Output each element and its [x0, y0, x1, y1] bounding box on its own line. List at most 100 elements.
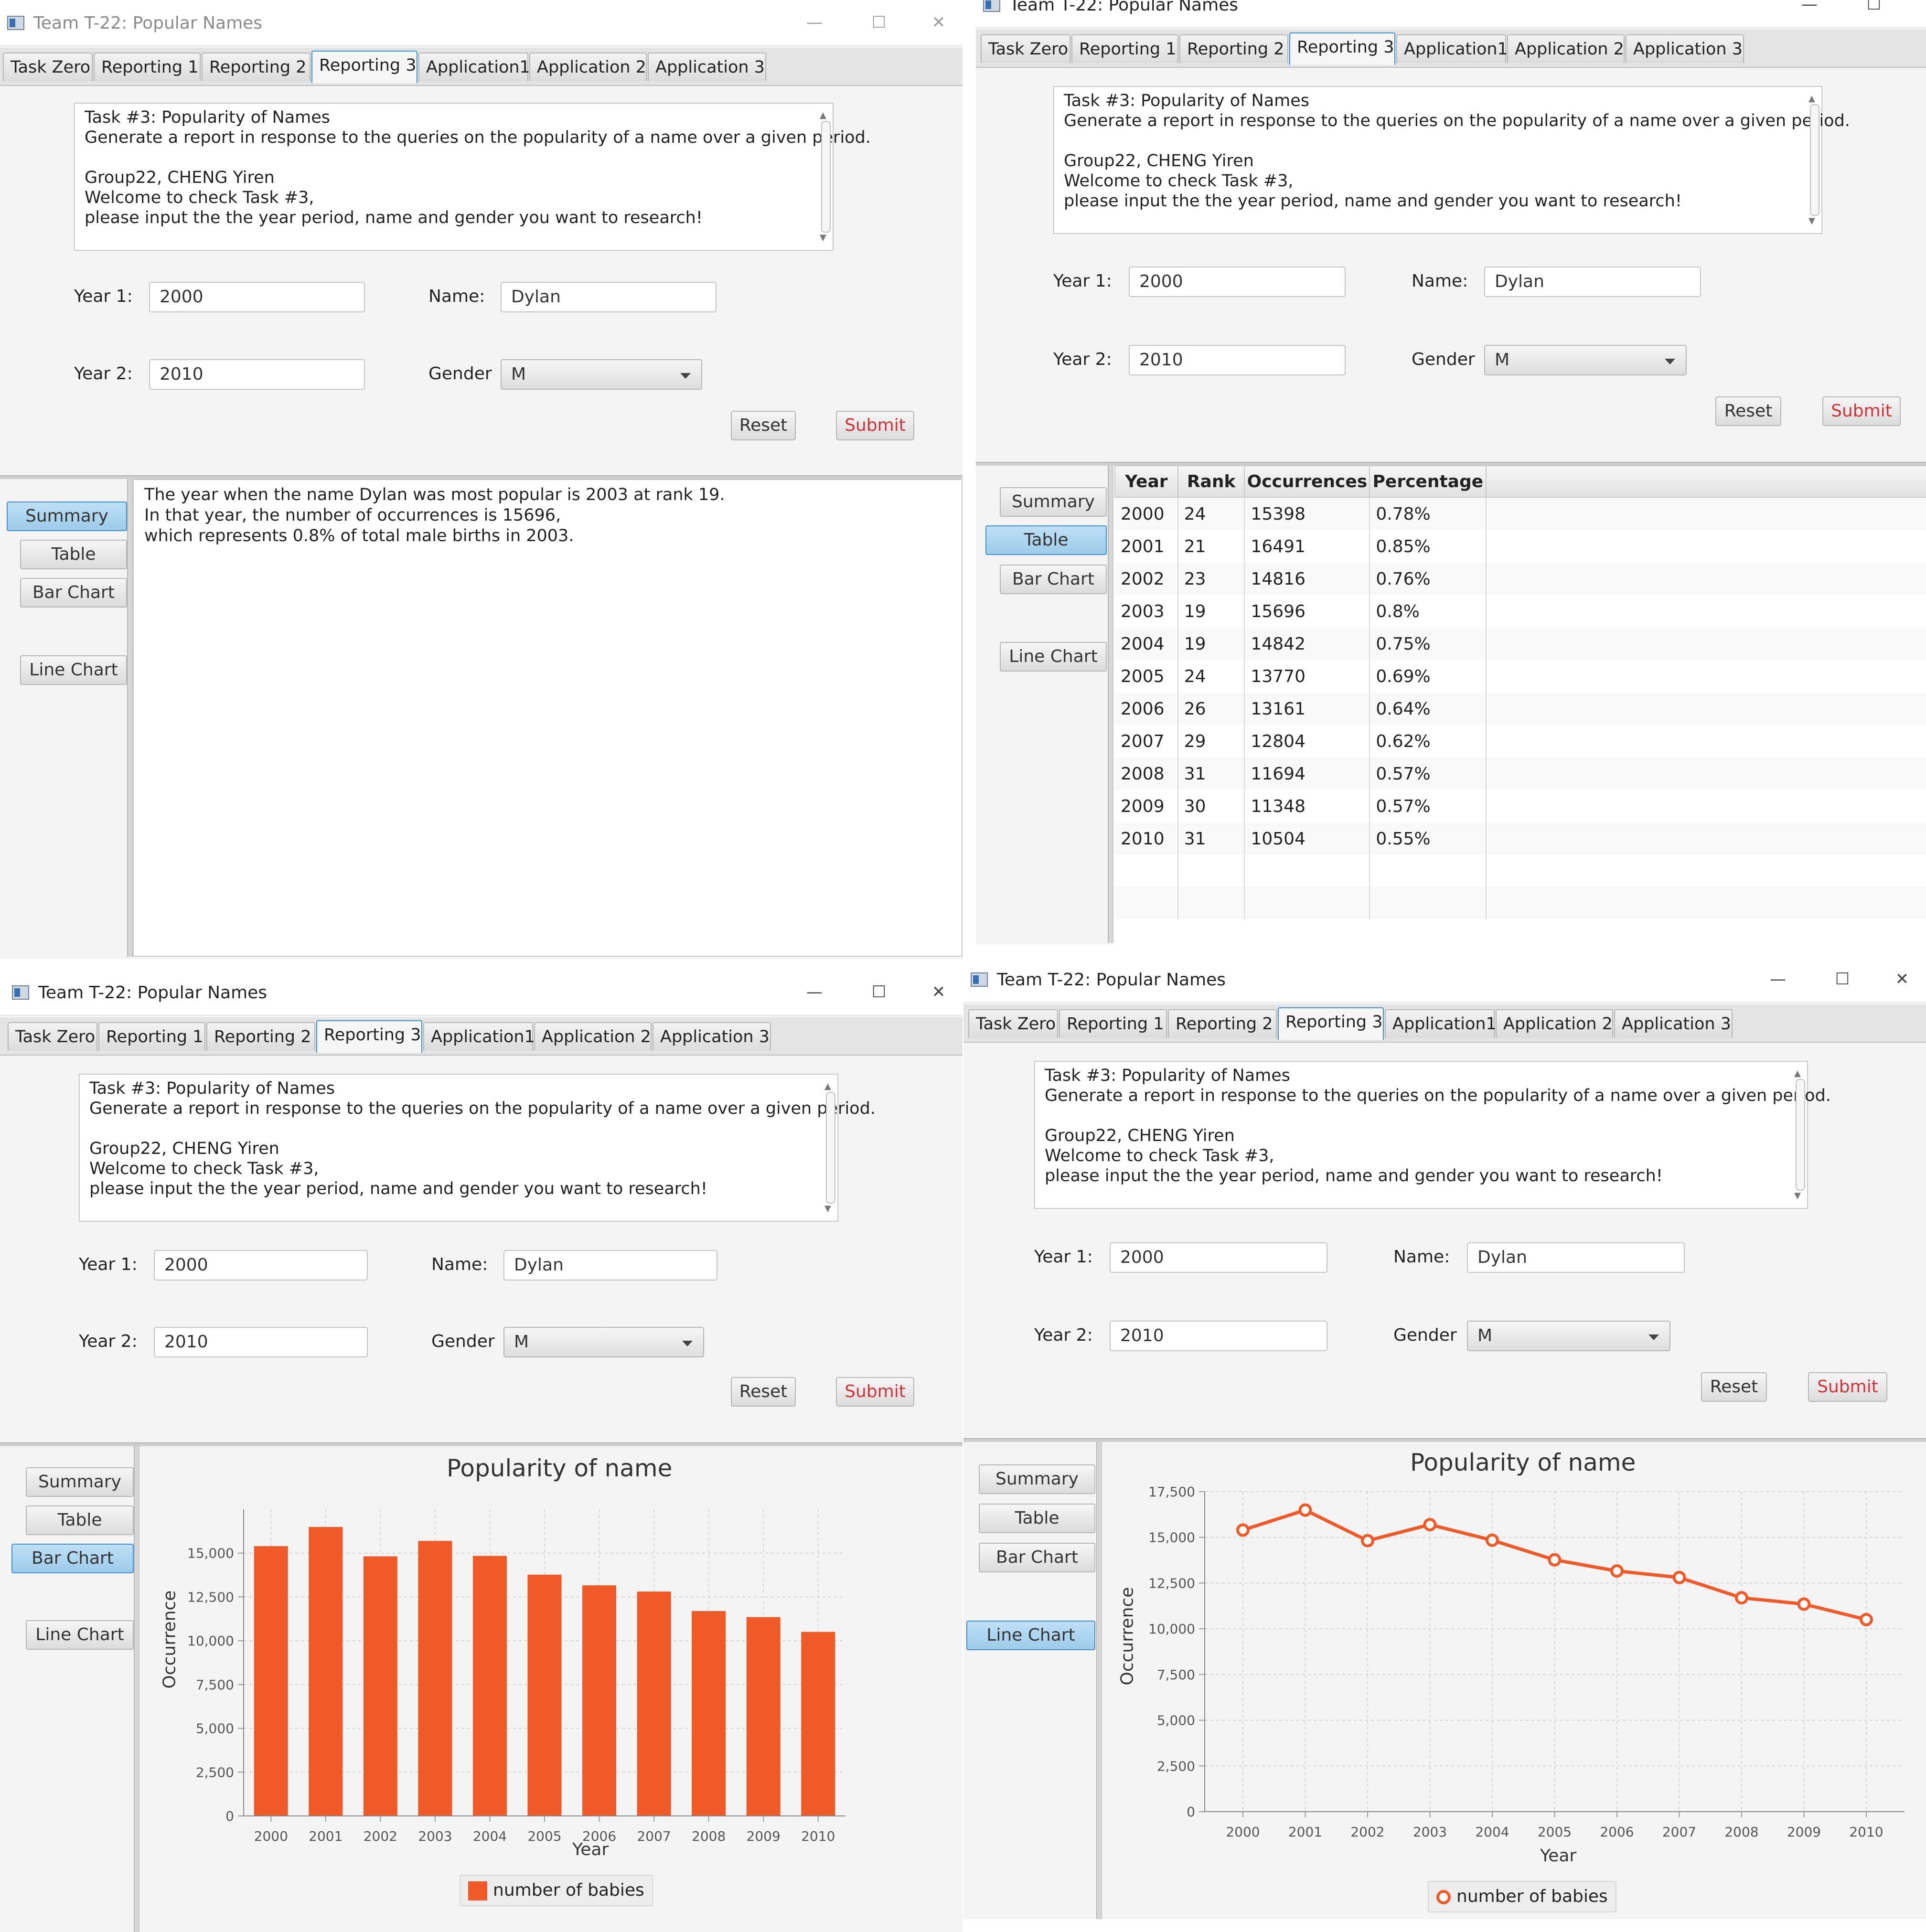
data-point[interactable] [1610, 1564, 1624, 1578]
data-point[interactable] [1486, 1533, 1499, 1547]
bar[interactable] [472, 1556, 507, 1816]
tab-reporting-1[interactable]: Reporting 1 [1059, 1009, 1167, 1038]
reset-button[interactable]: Reset [1701, 1372, 1767, 1402]
reset-button[interactable]: Reset [1715, 396, 1781, 426]
tab-reporting-2[interactable]: Reporting 2 [1168, 1009, 1277, 1038]
year1-input[interactable]: 2000 [149, 282, 365, 312]
line-chart-button[interactable]: Line Chart [966, 1621, 1095, 1650]
table-row[interactable]: 2002 23 14816 0.76% [1115, 563, 1926, 595]
data-point[interactable] [1548, 1553, 1562, 1567]
tab-application-1[interactable]: Application1 [423, 1022, 535, 1051]
name-input[interactable]: Dylan [501, 282, 717, 312]
tab-application-2[interactable]: Application 2 [534, 1022, 652, 1051]
tab-application-2[interactable]: Application 2 [1496, 1009, 1613, 1038]
column-header[interactable]: Year [1114, 465, 1178, 498]
summary-button[interactable]: Summary [979, 1464, 1095, 1494]
bar[interactable] [527, 1574, 562, 1816]
bar-chart-button[interactable]: Bar Chart [11, 1544, 134, 1573]
line-chart-button[interactable]: Line Chart [1000, 642, 1107, 672]
year1-input[interactable]: 2000 [154, 1250, 368, 1281]
line-chart-button[interactable]: Line Chart [20, 655, 127, 685]
results-table[interactable]: Year Rank Occurrences Percentage 2000 24 1… [1114, 465, 1926, 919]
year2-input[interactable]: 2010 [154, 1327, 368, 1357]
name-input[interactable]: Dylan [1467, 1242, 1685, 1273]
tab-application-3[interactable]: Application 3 [648, 53, 766, 81]
gender-select[interactable]: M [1467, 1321, 1670, 1351]
split-divider[interactable] [963, 1438, 1926, 1442]
side-divider[interactable] [1108, 465, 1113, 943]
table-row[interactable]: 2008 31 11694 0.57% [1115, 758, 1926, 790]
task-description[interactable]: Task #3: Popularity of Names Generate a … [79, 1074, 876, 1222]
table-row[interactable]: 2001 21 16491 0.85% [1115, 530, 1926, 563]
table-button[interactable]: Table [979, 1504, 1095, 1533]
data-point[interactable] [1797, 1597, 1811, 1611]
gender-select[interactable]: M [1484, 345, 1687, 375]
summary-button[interactable]: Summary [7, 502, 127, 531]
column-header[interactable]: Percentage [1369, 465, 1487, 498]
bar[interactable] [692, 1611, 726, 1816]
bar[interactable] [637, 1591, 671, 1816]
tab-reporting-2[interactable]: Reporting 2 [202, 53, 310, 81]
data-point[interactable] [1860, 1612, 1873, 1626]
gender-select[interactable]: M [501, 359, 702, 390]
tab-task-zero[interactable]: Task Zero [8, 1022, 97, 1051]
tab-task-zero[interactable]: Task Zero [3, 53, 93, 81]
tab-application-2[interactable]: Application 2 [529, 53, 647, 81]
minimize-icon[interactable]: — [1795, 0, 1824, 16]
table-button[interactable]: Table [985, 525, 1107, 555]
bar[interactable] [801, 1632, 835, 1816]
column-header[interactable]: Occurrences [1244, 465, 1370, 498]
bar[interactable] [254, 1546, 288, 1816]
bar[interactable] [309, 1527, 343, 1816]
tab-application-1[interactable]: Application1 [418, 53, 530, 81]
tab-application-1[interactable]: Application1 [1396, 34, 1508, 63]
submit-button[interactable]: Submit [1822, 396, 1901, 426]
description-scrollbar[interactable]: ▲ ▼ [823, 1078, 835, 1218]
summary-output[interactable]: The year when the name Dylan was most po… [133, 479, 963, 957]
tab-application-1[interactable]: Application1 [1385, 1009, 1497, 1038]
data-point[interactable] [1423, 1518, 1437, 1532]
task-description[interactable]: Task #3: Popularity of Names Generate a … [1053, 86, 1850, 234]
year2-input[interactable]: 2010 [149, 359, 365, 390]
tab-reporting-3[interactable]: Reporting 3 [316, 1020, 422, 1053]
split-divider[interactable] [0, 1442, 963, 1446]
tab-reporting-2[interactable]: Reporting 2 [1179, 34, 1288, 63]
tab-reporting-2[interactable]: Reporting 2 [206, 1022, 315, 1051]
submit-button[interactable]: Submit [1808, 1372, 1887, 1402]
tab-reporting-1[interactable]: Reporting 1 [1071, 34, 1178, 63]
tab-reporting-3[interactable]: Reporting 3 [1289, 32, 1395, 65]
data-point[interactable] [1236, 1523, 1250, 1537]
table-button[interactable]: Table [26, 1505, 134, 1535]
summary-button[interactable]: Summary [26, 1467, 134, 1497]
bar[interactable] [363, 1556, 397, 1816]
tab-reporting-3[interactable]: Reporting 3 [1278, 1007, 1384, 1040]
name-input[interactable]: Dylan [1484, 267, 1701, 297]
data-point[interactable] [1672, 1570, 1686, 1584]
year1-input[interactable]: 2000 [1110, 1242, 1327, 1273]
maximize-icon[interactable]: ☐ [1860, 0, 1888, 16]
description-scrollbar[interactable]: ▲ ▼ [1793, 1065, 1805, 1205]
bar-chart-button[interactable]: Bar Chart [979, 1543, 1095, 1572]
tab-task-zero[interactable]: Task Zero [968, 1009, 1058, 1038]
description-scrollbar[interactable]: ▲ ▼ [818, 107, 831, 247]
maximize-icon[interactable]: ☐ [865, 980, 893, 1004]
table-button[interactable]: Table [20, 540, 127, 569]
reset-button[interactable]: Reset [731, 411, 796, 440]
task-description[interactable]: Task #3: Popularity of Names Generate a … [1034, 1061, 1831, 1209]
table-row[interactable]: 2000 24 15398 0.78% [1115, 497, 1926, 530]
year1-input[interactable]: 2000 [1129, 267, 1346, 297]
tab-reporting-1[interactable]: Reporting 1 [94, 53, 201, 81]
data-point[interactable] [1361, 1534, 1374, 1548]
tab-application-3[interactable]: Application 3 [1614, 1009, 1733, 1038]
close-icon[interactable]: ✕ [924, 11, 953, 34]
table-view[interactable]: Year Rank Occurrences Percentage 2000 24 1… [1113, 465, 1926, 944]
reset-button[interactable]: Reset [731, 1377, 796, 1407]
task-description[interactable]: Task #3: Popularity of Names Generate a … [74, 103, 871, 251]
bar-chart-button[interactable]: Bar Chart [1000, 565, 1107, 594]
bar-chart-button[interactable]: Bar Chart [20, 578, 127, 608]
tab-application-2[interactable]: Application 2 [1507, 34, 1625, 63]
data-point[interactable] [1735, 1591, 1748, 1605]
bar[interactable] [582, 1585, 617, 1816]
table-row[interactable]: 2006 26 13161 0.64% [1115, 693, 1926, 725]
side-divider[interactable] [127, 479, 133, 957]
